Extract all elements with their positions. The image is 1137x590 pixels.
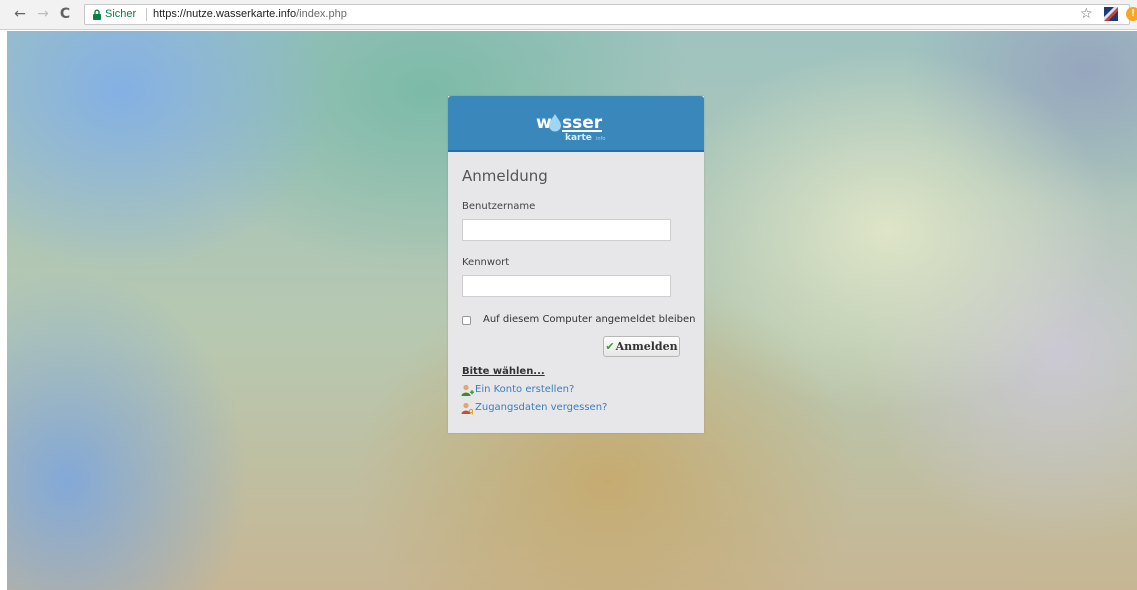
browser-toolbar: ← → C Sicher https://nutze.wasserkarte.i… xyxy=(0,0,1137,30)
wasserkarte-logo: w sser karte info xyxy=(536,113,605,143)
url-text[interactable]: https://nutze.wasserkarte.info/index.php xyxy=(153,5,347,24)
username-input[interactable] xyxy=(462,219,671,241)
lock-icon xyxy=(93,9,101,20)
remember-label[interactable]: Auf diesem Computer angemeldet bleiben xyxy=(483,314,695,325)
create-account-link[interactable]: Ein Konto erstellen? xyxy=(475,384,574,395)
login-card: w sser karte info Anmeldung Benutzername… xyxy=(448,96,704,433)
form-title: Anmeldung xyxy=(462,167,548,185)
username-label: Benutzername xyxy=(462,201,536,212)
user-add-icon xyxy=(461,384,474,396)
address-separator xyxy=(146,8,147,21)
url-host: https://nutze.wasserkarte.info xyxy=(153,8,297,20)
secure-label: Sicher xyxy=(105,8,137,20)
password-input[interactable] xyxy=(462,275,671,297)
checkmark-icon: ✔ xyxy=(605,340,615,353)
url-path: /index.php xyxy=(296,8,347,20)
forgot-credentials-link[interactable]: Zugangsdaten vergessen? xyxy=(475,402,607,413)
address-bar[interactable]: Sicher https://nutze.wasserkarte.info/in… xyxy=(84,4,1130,25)
card-header: w sser karte info xyxy=(448,96,704,152)
back-icon[interactable]: ← xyxy=(12,6,28,22)
logo-subline: karte xyxy=(565,133,592,143)
logo-underline xyxy=(562,130,602,132)
remember-checkbox[interactable] xyxy=(462,316,471,325)
star-icon[interactable]: ☆ xyxy=(1080,6,1093,22)
forward-icon[interactable]: → xyxy=(35,6,51,22)
choose-heading: Bitte wählen... xyxy=(462,366,545,377)
reload-icon[interactable]: C xyxy=(57,6,73,22)
logo-suffix: info xyxy=(596,136,605,142)
password-label: Kennwort xyxy=(462,257,510,268)
login-button[interactable]: ✔Anmelden xyxy=(603,336,680,357)
user-key-icon xyxy=(461,402,474,415)
login-button-label: Anmelden xyxy=(615,340,678,353)
notification-icon[interactable]: ! xyxy=(1126,7,1137,21)
page-background: w sser karte info Anmeldung Benutzername… xyxy=(7,31,1137,590)
extension-icon[interactable] xyxy=(1104,7,1118,21)
